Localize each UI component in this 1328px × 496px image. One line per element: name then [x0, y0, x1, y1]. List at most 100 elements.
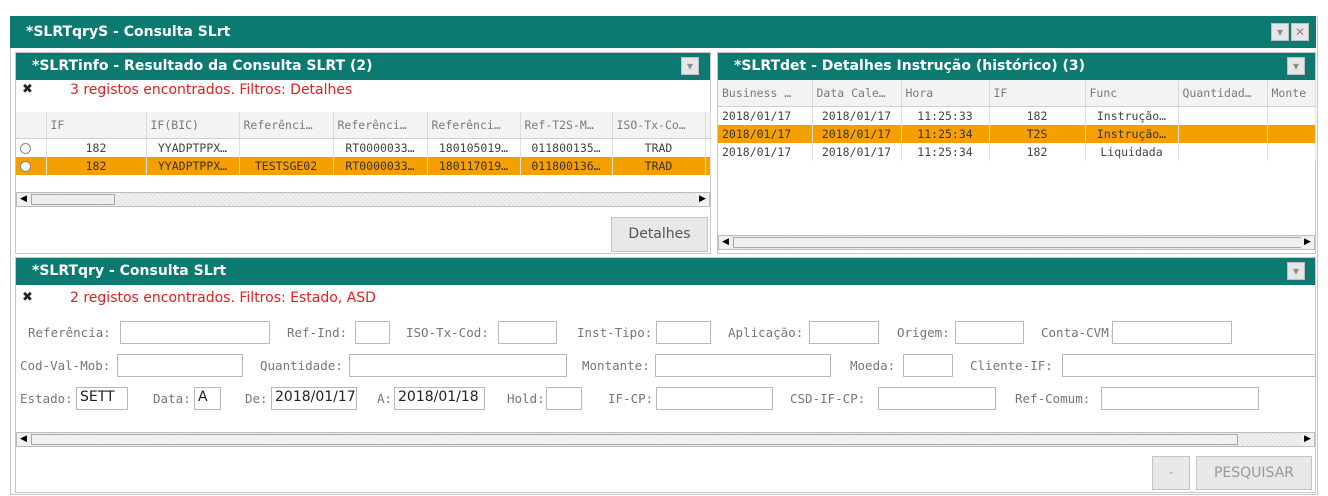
det-column-header[interactable]: Func	[1085, 80, 1179, 107]
info-column-header[interactable]: IF	[46, 112, 147, 139]
info-cell	[705, 138, 711, 157]
chevron-down-icon[interactable]: ▾	[1271, 23, 1289, 41]
estado-input[interactable]: SETT	[76, 387, 128, 410]
de-input[interactable]: 2018/01/17	[271, 387, 357, 410]
det-titlebar: *SLRTdet - Detalhes Instrução (histórico…	[718, 53, 1315, 80]
table-row[interactable]: 2018/01/17 2018/01/17 11:25:34 182 Liquidada	[718, 143, 1316, 161]
det-column-header[interactable]: Monte	[1267, 80, 1316, 107]
scroll-right-icon[interactable]: ▶	[696, 193, 709, 206]
data-input[interactable]: A	[194, 387, 221, 410]
minus-button[interactable]: -	[1152, 456, 1190, 490]
det-cell	[1178, 106, 1268, 125]
referencia-input[interactable]	[120, 321, 270, 344]
det-cell: Liquidada	[1085, 143, 1179, 161]
info-collapse-icon[interactable]: ▾	[681, 57, 699, 75]
ref-comum-input[interactable]	[1101, 387, 1259, 410]
quantidade-label: Quantidade:	[260, 358, 343, 373]
info-column-header[interactable]: Ref-T2S-M…	[520, 112, 613, 139]
info-column-header[interactable]: Referênci…	[333, 112, 428, 139]
info-cell	[239, 138, 334, 157]
ref-ind-input[interactable]	[355, 321, 390, 344]
scroll-left-icon[interactable]: ◀	[719, 236, 732, 249]
scroll-thumb[interactable]	[733, 237, 1303, 248]
info-titlebar: *SLRTinfo - Resultado da Consulta SLRT (…	[16, 53, 710, 80]
info-column-header[interactable]: ISO-Tx-Co…	[612, 112, 706, 139]
table-row[interactable]: 182 YYADPTPPX… TESTSGE02 RT0000033… 18011701…	[16, 157, 711, 175]
det-cell: 11:25:34	[901, 125, 990, 143]
scroll-left-icon[interactable]: ◀	[17, 433, 30, 446]
scroll-left-icon[interactable]: ◀	[17, 193, 30, 206]
det-column-header[interactable]: Quantidad…	[1178, 80, 1268, 107]
row-select-radio[interactable]	[16, 157, 47, 175]
scroll-thumb[interactable]	[31, 434, 1238, 445]
radio-icon[interactable]	[20, 161, 31, 172]
table-row[interactable]: 2018/01/17 2018/01/17 11:25:34 T2S Instrução…	[718, 125, 1316, 143]
det-column-header[interactable]: Business …	[718, 80, 813, 107]
hold-input[interactable]	[546, 387, 582, 410]
aplicacao-label: Aplicação:	[728, 325, 804, 340]
cliente-if-input[interactable]	[1062, 354, 1316, 377]
info-hscrollbar[interactable]: ◀ ▶	[16, 192, 710, 207]
det-cell	[1178, 125, 1268, 143]
scroll-right-icon[interactable]: ▶	[1301, 236, 1314, 249]
det-cell: 2018/01/17	[718, 106, 813, 125]
montante-input[interactable]	[655, 354, 831, 377]
det-cell: 11:25:33	[901, 106, 990, 125]
det-column-header[interactable]: Hora	[901, 80, 990, 107]
a-input[interactable]: 2018/01/18	[394, 387, 485, 410]
qry-collapse-icon[interactable]: ▾	[1287, 262, 1305, 280]
info-cell: TRAD	[612, 138, 706, 157]
detalhes-button[interactable]: Detalhes	[611, 217, 708, 252]
det-column-header[interactable]: IF	[989, 80, 1086, 107]
cod-val-mob-input[interactable]	[117, 354, 243, 377]
close-icon[interactable]: ✕	[1291, 23, 1309, 41]
moeda-input[interactable]	[903, 354, 953, 377]
origem-input[interactable]	[955, 321, 1024, 344]
det-cell: 2018/01/17	[812, 125, 902, 143]
qry-status: 2 registos encontrados. Filtros: Estado,…	[70, 290, 376, 306]
conta-cvm-label: Conta-CVM:	[1041, 325, 1117, 340]
quantidade-input[interactable]	[349, 354, 567, 377]
info-cell: 180117019…	[427, 157, 521, 175]
det-cell: 2018/01/17	[812, 143, 902, 161]
scroll-thumb[interactable]	[31, 194, 115, 205]
row-select-radio[interactable]	[16, 138, 47, 157]
pesquisar-button[interactable]: PESQUISAR	[1196, 456, 1312, 490]
det-cell	[1178, 143, 1268, 161]
det-cell	[1267, 143, 1316, 161]
de-label: De:	[245, 391, 268, 406]
det-column-header[interactable]: Data Cale…	[812, 80, 902, 107]
det-collapse-icon[interactable]: ▾	[1287, 57, 1305, 75]
det-cell: 182	[989, 106, 1086, 125]
inst-tipo-input[interactable]	[656, 321, 711, 344]
info-column-header[interactable]: IF(BIC)	[146, 112, 240, 139]
info-cell: 011800136…	[520, 157, 613, 175]
info-cell: TRAD	[612, 157, 706, 175]
clear-filter-icon[interactable]: ✖	[22, 290, 33, 305]
info-column-header[interactable]	[16, 112, 47, 139]
radio-icon[interactable]	[20, 143, 31, 154]
info-cell: RT0000033…	[333, 138, 428, 157]
aplicacao-input[interactable]	[809, 321, 879, 344]
det-hscrollbar[interactable]: ◀ ▶	[718, 235, 1315, 250]
iso-tx-cod-label: ISO-Tx-Cod:	[406, 325, 489, 340]
cliente-if-label: Cliente-IF:	[970, 358, 1053, 373]
iso-tx-cod-input[interactable]	[498, 321, 557, 344]
qry-hscrollbar[interactable]: ◀ ▶	[16, 432, 1315, 447]
info-column-header[interactable]: Referênci…	[239, 112, 334, 139]
clear-filter-icon[interactable]: ✖	[22, 82, 33, 97]
conta-cvm-input[interactable]	[1112, 321, 1232, 344]
det-cell: 2018/01/17	[718, 143, 813, 161]
scroll-right-icon[interactable]: ▶	[1301, 433, 1314, 446]
table-row[interactable]: 2018/01/17 2018/01/17 11:25:33 182 Instrução…	[718, 106, 1316, 125]
det-cell: 182	[989, 143, 1086, 161]
info-column-header[interactable]: Referênci…	[427, 112, 521, 139]
if-cp-input[interactable]	[656, 387, 773, 410]
det-title: *SLRTdet - Detalhes Instrução (histórico…	[734, 58, 1086, 74]
info-column-header[interactable]: I	[705, 112, 711, 139]
csd-if-cp-input[interactable]	[878, 387, 996, 410]
table-row[interactable]: 182 YYADPTPPX… RT0000033… 180105019… 0118001…	[16, 138, 711, 157]
moeda-label: Moeda:	[850, 358, 896, 373]
det-cell: Instrução…	[1085, 125, 1179, 143]
outer-title: *SLRTqryS - Consulta SLrt	[26, 24, 231, 40]
